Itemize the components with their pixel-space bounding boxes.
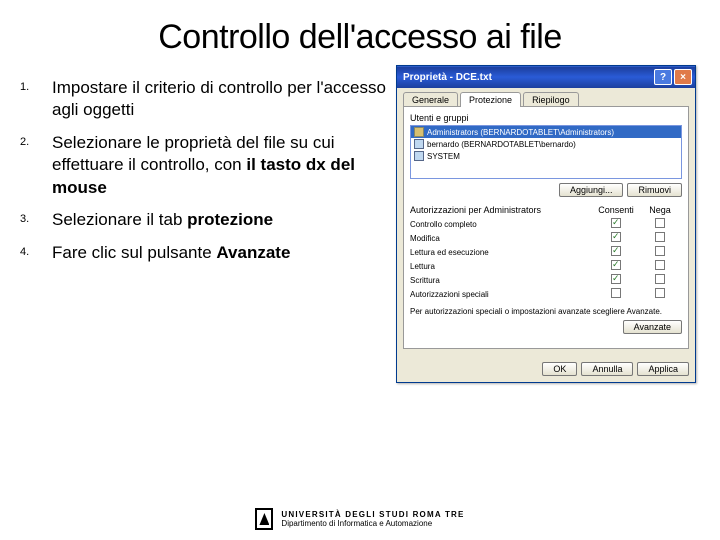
deny-checkbox[interactable]	[655, 246, 665, 256]
footer-line1: UNIVERSITÀ DEGLI STUDI ROMA TRE	[281, 510, 464, 519]
allow-checkbox[interactable]	[611, 288, 621, 298]
user-row[interactable]: Administrators (BERNARDOTABLET\Administr…	[411, 126, 681, 138]
advanced-button[interactable]: Avanzate	[623, 320, 682, 334]
university-logo-icon	[255, 508, 273, 530]
user-row[interactable]: SYSTEM	[411, 150, 681, 162]
properties-dialog: Proprietà - DCE.txt ? × Generale Protezi…	[396, 65, 696, 383]
dialog-buttons: OK Annulla Applica	[397, 356, 695, 382]
apply-button[interactable]: Applica	[637, 362, 689, 376]
add-button[interactable]: Aggiungi...	[559, 183, 624, 197]
allow-checkbox[interactable]	[611, 218, 621, 228]
tab-panel: Utenti e gruppi Administrators (BERNARDO…	[403, 106, 689, 349]
tab-generale[interactable]: Generale	[403, 92, 458, 107]
perm-row: Modifica	[410, 231, 682, 245]
step-item: Selezionare le proprietà del file su cui…	[18, 132, 386, 199]
tab-protezione[interactable]: Protezione	[460, 92, 521, 107]
footer: UNIVERSITÀ DEGLI STUDI ROMA TRE Dipartim…	[0, 508, 720, 530]
deny-checkbox[interactable]	[655, 232, 665, 242]
ok-button[interactable]: OK	[542, 362, 577, 376]
step-item: Fare clic sul pulsante Avanzate	[18, 242, 386, 264]
deny-checkbox[interactable]	[655, 218, 665, 228]
close-button[interactable]: ×	[674, 69, 692, 85]
perm-row: Scrittura	[410, 273, 682, 287]
perm-row: Autorizzazioni speciali	[410, 287, 682, 301]
perm-list: Controllo completoModificaLettura ed ese…	[410, 217, 682, 301]
titlebar: Proprietà - DCE.txt ? ×	[397, 66, 695, 88]
allow-checkbox[interactable]	[611, 232, 621, 242]
allow-checkbox[interactable]	[611, 260, 621, 270]
footer-line2: Dipartimento di Informatica e Automazion…	[281, 519, 464, 528]
advanced-text: Per autorizzazioni speciali o impostazio…	[410, 307, 682, 316]
tab-riepilogo[interactable]: Riepilogo	[523, 92, 579, 107]
allow-checkbox[interactable]	[611, 246, 621, 256]
deny-checkbox[interactable]	[655, 288, 665, 298]
cancel-button[interactable]: Annulla	[581, 362, 633, 376]
help-button[interactable]: ?	[654, 69, 672, 85]
perm-row: Lettura ed esecuzione	[410, 245, 682, 259]
users-listbox[interactable]: Administrators (BERNARDOTABLET\Administr…	[410, 125, 682, 179]
allow-checkbox[interactable]	[611, 274, 621, 284]
slide-title: Controllo dell'accesso ai file	[0, 0, 720, 65]
remove-button[interactable]: Rimuovi	[627, 183, 682, 197]
perm-header: Autorizzazioni per Administrators Consen…	[410, 205, 682, 215]
dialog-title: Proprietà - DCE.txt	[403, 72, 492, 83]
text-column: Impostare il criterio di controllo per l…	[18, 65, 386, 383]
user-icon	[414, 139, 424, 149]
content-row: Impostare il criterio di controllo per l…	[0, 65, 720, 383]
group-label: Utenti e gruppi	[410, 113, 682, 123]
steps-list: Impostare il criterio di controllo per l…	[18, 77, 386, 264]
user-row[interactable]: bernardo (BERNARDOTABLET\bernardo)	[411, 138, 681, 150]
step-item: Impostare il criterio di controllo per l…	[18, 77, 386, 122]
user-icon	[414, 151, 424, 161]
step-item: Selezionare il tab protezione	[18, 209, 386, 231]
perm-row: Lettura	[410, 259, 682, 273]
tab-strip: Generale Protezione Riepilogo	[397, 88, 695, 107]
perm-row: Controllo completo	[410, 217, 682, 231]
deny-checkbox[interactable]	[655, 260, 665, 270]
deny-checkbox[interactable]	[655, 274, 665, 284]
group-icon	[414, 127, 424, 137]
